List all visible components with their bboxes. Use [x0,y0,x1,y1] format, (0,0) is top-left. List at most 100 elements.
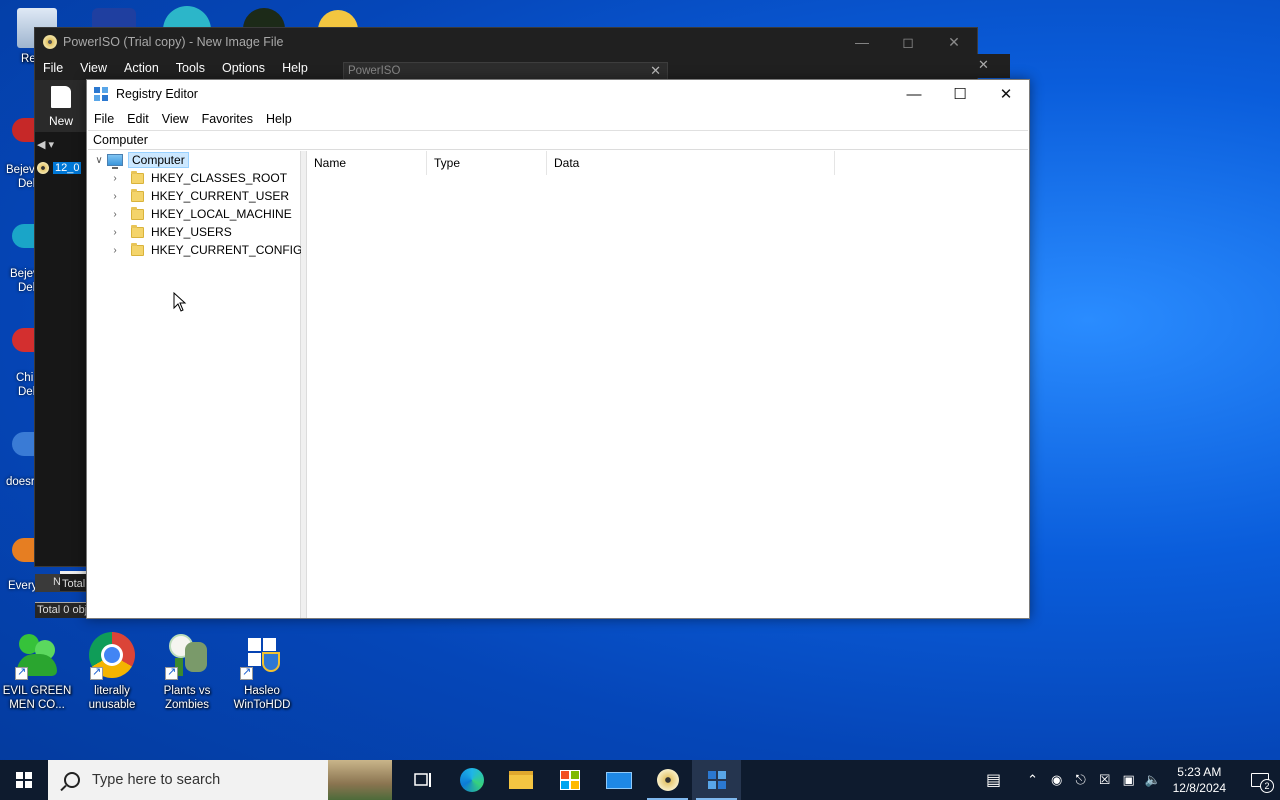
list-header: Name Type Data [307,151,1029,175]
poweriso-second-window-tab[interactable]: PowerISO ✕ [343,62,668,80]
chevron-right-icon[interactable]: › [109,227,121,238]
menu-help[interactable]: Help [282,61,308,75]
registry-tree[interactable]: ∨ Computer › HKEY_CLASSES_ROOT › HKEY_CU… [87,151,302,618]
clock[interactable]: 5:23 AM 12/8/2024 [1173,764,1226,796]
network-icon[interactable]: ▣ [1117,772,1141,788]
desktop-icon-literally-unusable[interactable]: literally unusable [75,632,149,712]
back-button[interactable]: ◀ ▾ [37,138,54,151]
minimize-button[interactable]: — [839,34,885,50]
security-icon[interactable]: ☒ [1093,772,1117,788]
taskbar-file-explorer[interactable] [496,760,545,800]
desktop-icon-evil-green-men[interactable]: EVIL GREEN MEN CO... [0,632,74,712]
wintohdd-icon [238,632,286,680]
chevron-down-icon[interactable]: ∨ [93,155,105,166]
minimize-button[interactable]: — [891,80,937,108]
usb-icon[interactable]: ⎋ [1069,772,1093,788]
news-widget-icon[interactable]: ▤ [977,770,1011,790]
chuzzle-icon [12,328,34,352]
chevron-right-icon[interactable]: › [109,209,121,220]
desktop-icon-bejeweled-2[interactable] [12,224,34,250]
taskbar-registry-editor[interactable] [692,760,741,800]
taskbar-mail[interactable] [594,760,643,800]
windows-logo-icon [16,772,32,788]
taskbar-edge[interactable] [447,760,496,800]
maximize-button[interactable]: ◻ [885,34,931,51]
folder-icon [131,206,144,220]
poweriso-disc-icon [43,35,57,49]
chevron-right-icon[interactable]: › [109,245,121,256]
task-view-icon [413,773,431,787]
desktop-icon-everything[interactable] [12,538,34,564]
pvz-icon [163,632,211,680]
green-men-icon [13,632,61,680]
tree-node-label: HKEY_LOCAL_MACHINE [151,207,292,221]
close-icon[interactable]: ✕ [968,54,1010,78]
search-highlight-image[interactable] [328,760,392,800]
volume-icon[interactable]: 🔈 [1141,772,1165,788]
menu-action[interactable]: Action [124,61,159,75]
tree-node-label: HKEY_CURRENT_USER [151,189,290,203]
tree-node-hkey-classes-root[interactable]: › HKEY_CLASSES_ROOT [109,169,287,187]
menu-view[interactable]: View [80,61,107,75]
desktop-icon-chuzzle[interactable] [12,328,34,354]
task-view-button[interactable] [398,760,447,800]
tree-node-hkey-local-machine[interactable]: › HKEY_LOCAL_MACHINE [109,205,292,223]
start-button[interactable] [0,760,48,800]
poweriso-title: PowerISO (Trial copy) - New Image File [63,35,284,49]
folder-icon [508,771,533,789]
column-header-data[interactable]: Data [547,151,835,175]
close-button[interactable]: ✕ [983,80,1029,108]
desktop-icon-bejeweled-1[interactable] [12,118,34,158]
desktop-icon-label: EVIL GREEN MEN CO... [2,685,72,711]
address-bar[interactable]: Computer [88,130,1028,150]
menu-tools[interactable]: Tools [176,61,205,75]
store-icon [559,770,580,790]
maximize-button[interactable]: ☐ [937,80,983,108]
desktop-icon-plants-vs-zombies[interactable]: Plants vs Zombies [150,632,224,712]
menu-view[interactable]: View [162,112,189,126]
menu-options[interactable]: Options [222,61,265,75]
new-button[interactable]: New [35,80,87,132]
computer-icon [107,154,123,169]
desktop-label-peek: Bejev [6,164,35,176]
tree-node-hkey-current-config[interactable]: › HKEY_CURRENT_CONFIG [109,241,302,259]
tree-item-image[interactable]: 12_0 [37,160,82,176]
desktop-icon-doesr[interactable] [12,432,34,458]
registry-editor-window[interactable]: Registry Editor — ☐ ✕ File Edit View Fav… [86,79,1030,619]
menu-help[interactable]: Help [266,112,292,126]
taskbar: Type here to search ▤ ⌃ ◉ ⎋ ☒ ▣ 🔈 5:23 A… [0,760,1280,800]
chevron-right-icon[interactable]: › [109,191,121,202]
column-header-type[interactable]: Type [427,151,547,175]
menu-file[interactable]: File [43,61,63,75]
search-icon [64,772,80,788]
menu-file[interactable]: File [94,112,114,126]
status-total: Total [60,571,87,591]
chevron-up-icon[interactable]: ⌃ [1021,772,1045,788]
menu-favorites[interactable]: Favorites [202,112,253,126]
taskbar-search-box[interactable]: Type here to search [48,760,392,800]
notification-count: 2 [1260,779,1274,793]
close-icon[interactable]: ✕ [650,63,661,79]
poweriso-tray-icon[interactable]: ◉ [1045,772,1069,788]
tree-node-computer[interactable]: ∨ Computer [93,151,189,169]
chevron-right-icon[interactable]: › [109,173,121,184]
new-button-label: New [48,114,73,128]
notification-center-button[interactable]: 2 [1240,760,1280,800]
taskbar-poweriso[interactable] [643,760,692,800]
second-window-title: PowerISO [348,65,401,77]
tree-node-label: Computer [128,152,189,168]
taskbar-store[interactable] [545,760,594,800]
tree-node-hkey-users[interactable]: › HKEY_USERS [109,223,232,241]
desktop-icon-hasleo-wintohdd[interactable]: Hasleo WinToHDD [225,632,299,712]
search-placeholder: Type here to search [92,772,221,788]
poweriso-titlebar[interactable]: PowerISO (Trial copy) - New Image File —… [35,28,977,56]
menu-edit[interactable]: Edit [127,112,149,126]
regedit-titlebar[interactable]: Registry Editor — ☐ ✕ [87,80,1029,108]
desktop-label-peek: Chi [16,372,34,384]
column-header-name[interactable]: Name [307,151,427,175]
tree-node-hkey-current-user[interactable]: › HKEY_CURRENT_USER [109,187,289,205]
values-list[interactable]: Name Type Data [307,151,1029,618]
clock-time: 5:23 AM [1177,765,1222,779]
desktop-icon-label: Hasleo WinToHDD [233,685,291,711]
close-button[interactable]: ✕ [931,34,977,51]
